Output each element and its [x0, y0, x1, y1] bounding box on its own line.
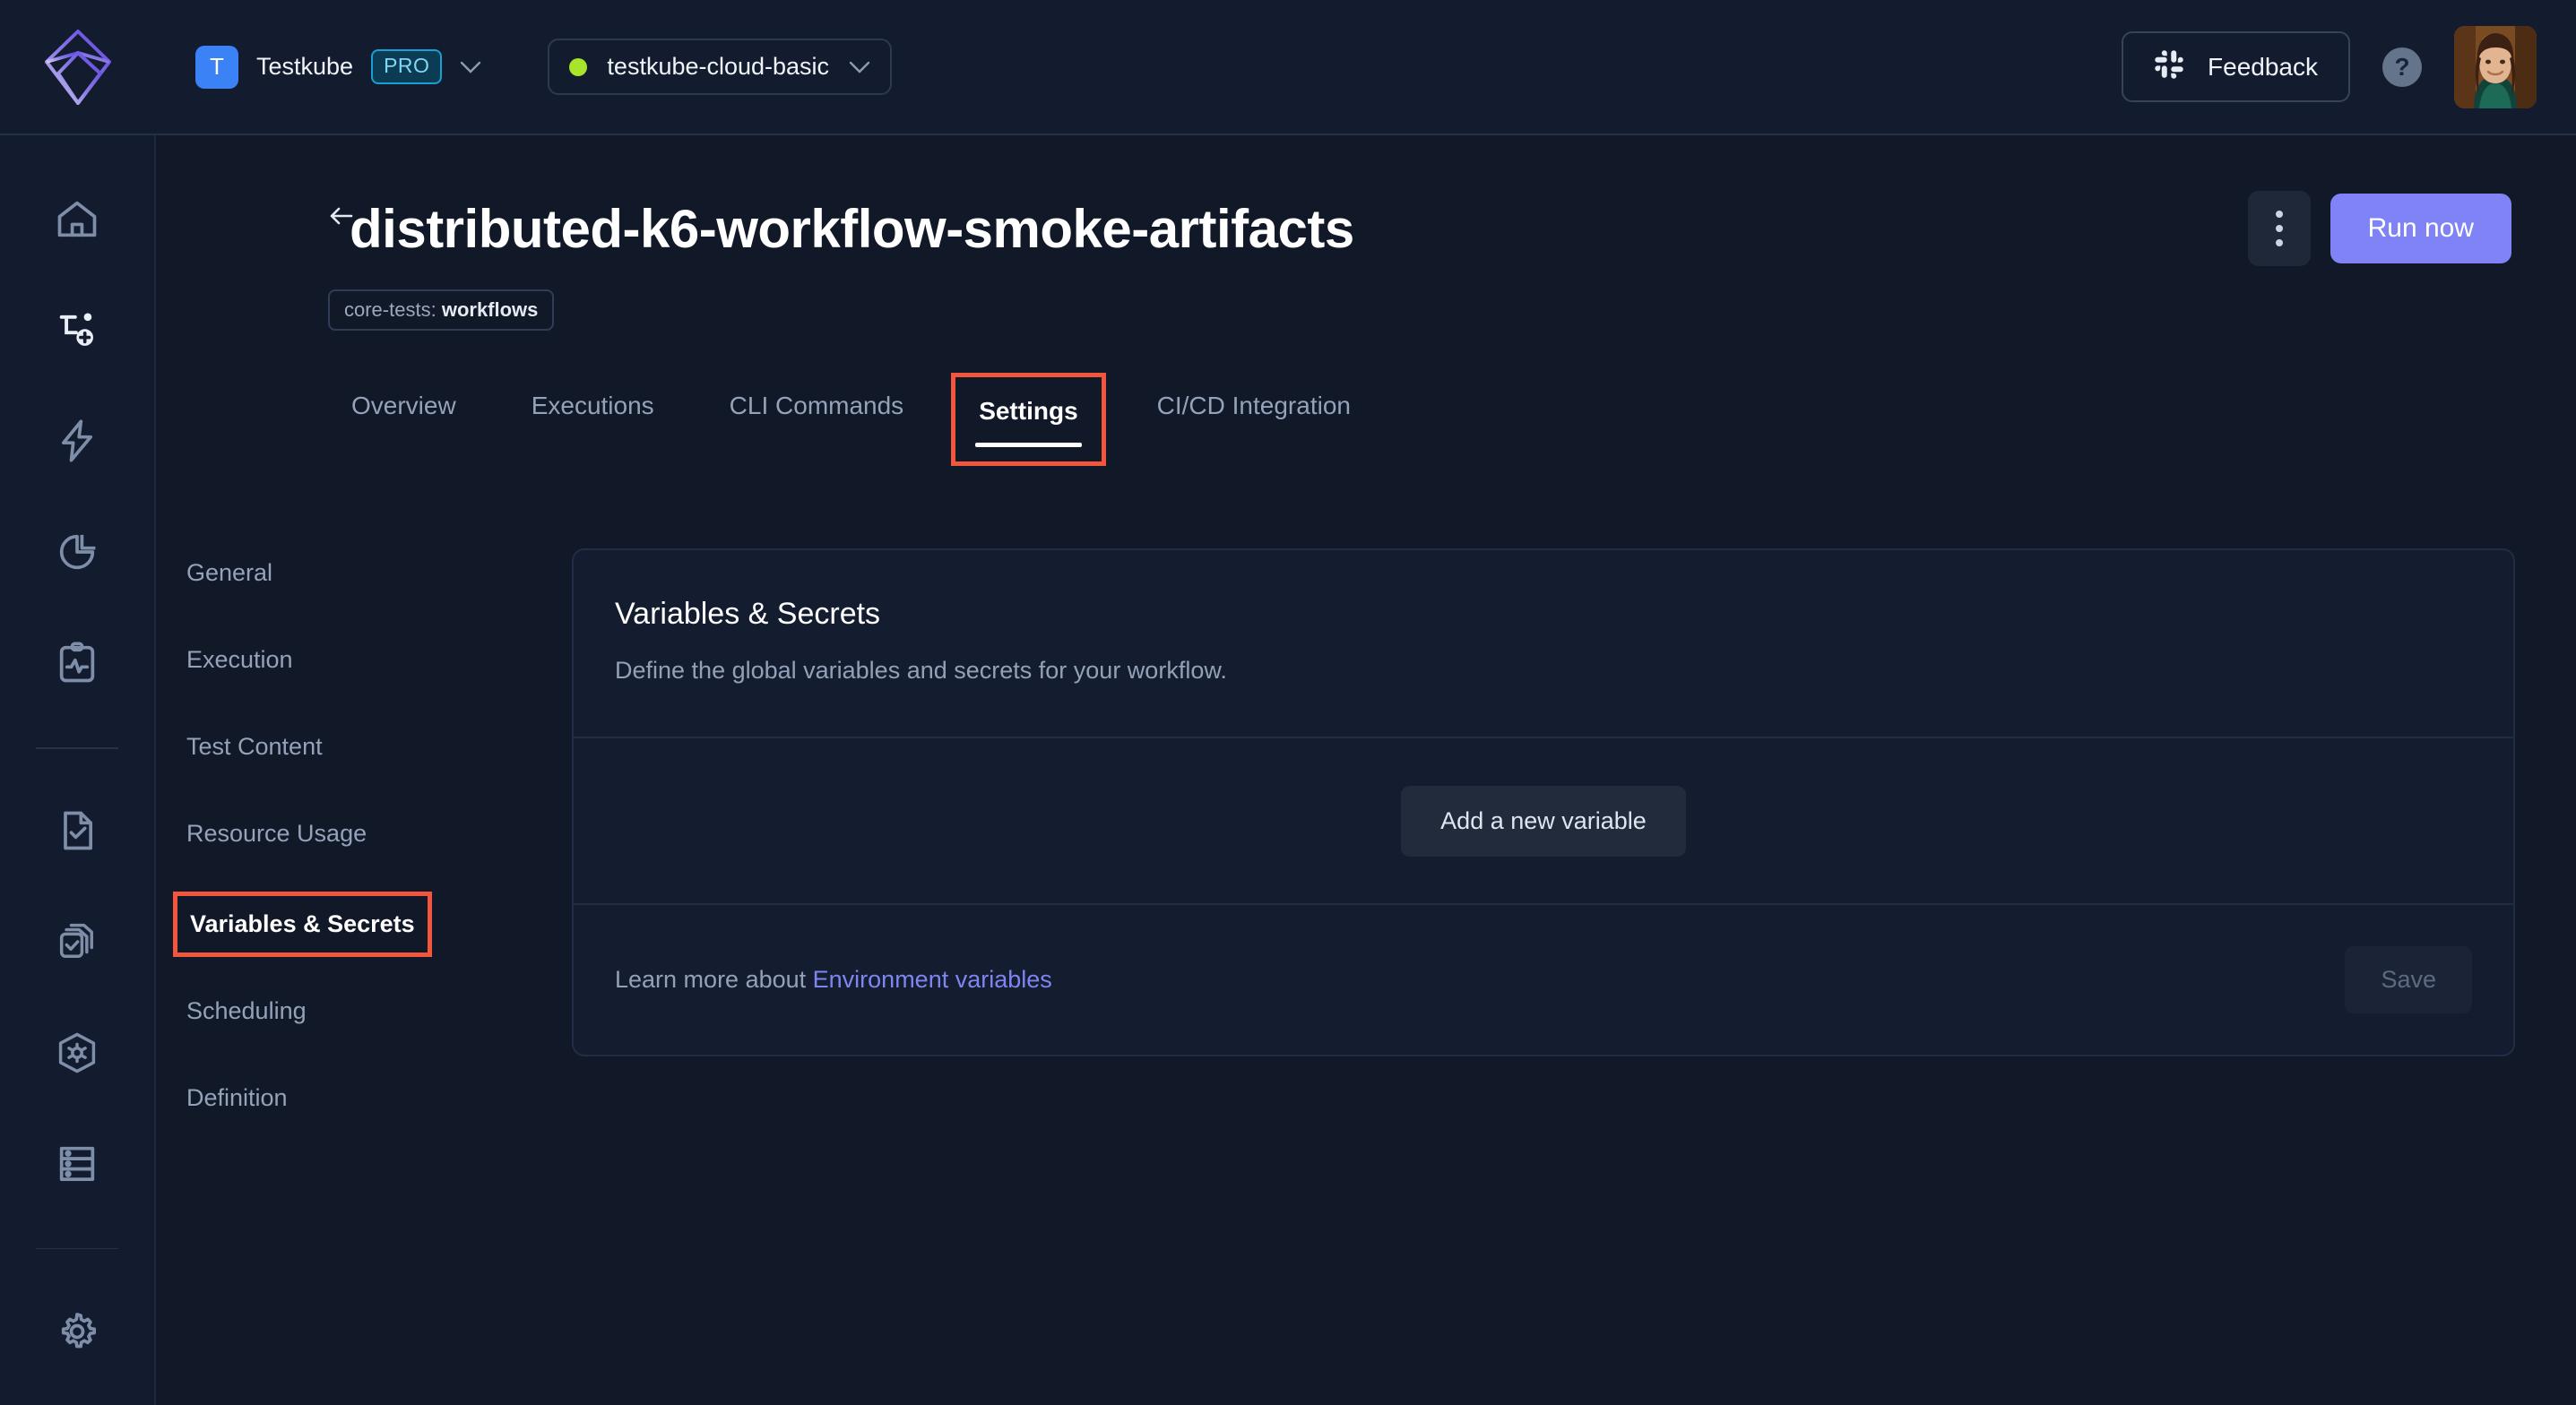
settings-subnav: General Execution Test Content Resource … — [156, 502, 572, 1160]
files-stack-icon — [54, 918, 100, 965]
back-arrow-icon[interactable] — [326, 200, 362, 236]
add-new-variable-button[interactable]: Add a new variable — [1401, 785, 1686, 857]
sidebar-item-execution[interactable]: Execution — [177, 635, 572, 685]
sidebar-item-status-pages[interactable] — [38, 631, 117, 695]
save-button[interactable]: Save — [2345, 946, 2472, 1013]
clipboard-activity-icon — [54, 640, 100, 686]
top-bar: T Testkube PRO testkube-cloud-basic Feed… — [0, 0, 2576, 135]
page-header-actions: Run now — [2247, 191, 2511, 266]
kebab-dot — [2275, 225, 2283, 232]
tab-label: Overview — [351, 392, 456, 419]
sidebar-item-settings[interactable] — [38, 1299, 117, 1364]
learn-more-label: Learn more about — [615, 966, 813, 993]
status-dot-green-icon — [569, 57, 588, 76]
environment-name: testkube-cloud-basic — [607, 53, 830, 80]
more-vertical-icon[interactable] — [2247, 191, 2311, 266]
chevron-down-icon — [849, 61, 870, 73]
home-icon — [54, 196, 100, 243]
plan-badge: PRO — [371, 48, 443, 85]
page-header: distributed-k6-workflow-smoke-artifacts … — [156, 135, 2576, 466]
tab-label: CI/CD Integration — [1156, 392, 1351, 419]
rail-divider — [36, 1247, 118, 1250]
sidebar-item-variables-secrets[interactable]: Variables & Secrets — [173, 892, 432, 957]
sidebar-item-test-content[interactable]: Test Content — [177, 722, 572, 771]
tag-value: workflows — [441, 298, 539, 321]
card-body: Add a new variable — [574, 738, 2513, 903]
page-title: distributed-k6-workflow-smoke-artifacts — [350, 198, 1354, 259]
question-mark-icon[interactable]: ? — [2382, 47, 2422, 87]
run-now-button[interactable]: Run now — [2330, 194, 2511, 263]
tag-prefix: core-tests: — [344, 298, 437, 321]
tab-label: CLI Commands — [729, 392, 904, 419]
gear-icon — [54, 1308, 100, 1355]
tab-cicd-integration[interactable]: CI/CD Integration — [1137, 377, 1370, 447]
sidebar-item-test-suites[interactable] — [38, 909, 117, 974]
sidebar-item-general[interactable]: General — [177, 548, 572, 598]
variables-secrets-card: Variables & Secrets Define the global va… — [572, 548, 2515, 1056]
topbar-actions: Feedback ? — [2122, 25, 2576, 108]
app-root: T Testkube PRO testkube-cloud-basic Feed… — [0, 0, 2576, 1405]
card-header: Variables & Secrets Define the global va… — [574, 550, 2513, 737]
kebab-dot — [2275, 239, 2283, 246]
sidebar-item-create-workflow[interactable] — [38, 298, 117, 363]
avatar[interactable] — [2454, 25, 2537, 108]
shield-gear-icon — [54, 1030, 100, 1076]
kebab-dot — [2275, 211, 2283, 218]
tab-label: Executions — [531, 392, 654, 419]
testkube-cube-logo[interactable] — [0, 0, 156, 134]
tag-row: core-tests: workflows — [156, 266, 2576, 331]
sidebar-item-test-workflows[interactable] — [38, 799, 117, 864]
chevron-down-icon — [460, 61, 481, 73]
avatar-image — [2454, 25, 2537, 108]
card-footer: Learn more about Environment variables S… — [574, 905, 2513, 1055]
title-row: distributed-k6-workflow-smoke-artifacts … — [156, 135, 2576, 266]
sidebar-item-triggers[interactable] — [38, 409, 117, 474]
tab-cli-commands[interactable]: CLI Commands — [710, 377, 924, 447]
sidebar-item-webhooks[interactable] — [38, 1021, 117, 1085]
learn-more-text: Learn more about Environment variables — [615, 966, 1052, 994]
tab-executions[interactable]: Executions — [512, 377, 674, 447]
pie-chart-icon — [54, 529, 100, 575]
org-avatar: T — [195, 45, 238, 89]
environment-variables-link[interactable]: Environment variables — [813, 966, 1052, 993]
rail-divider — [36, 746, 118, 749]
sidebar-item-definition[interactable]: Definition — [177, 1073, 572, 1123]
sidebar-item-dashboard[interactable] — [38, 520, 117, 584]
testkube-cube-logo-svg — [45, 29, 111, 105]
tab-overview[interactable]: Overview — [332, 377, 476, 447]
org-switcher[interactable]: T Testkube PRO — [185, 39, 492, 96]
tab-label: Settings — [979, 397, 1078, 425]
sidebar-item-scheduling[interactable]: Scheduling — [177, 987, 572, 1036]
feedback-button[interactable]: Feedback — [2122, 31, 2350, 102]
workflow-group-tag: core-tests: workflows — [328, 289, 555, 331]
tab-bar: Overview Executions CLI Commands Setting… — [156, 331, 2576, 466]
slack-icon — [2154, 49, 2184, 84]
sidebar-item-agents[interactable] — [38, 1132, 117, 1196]
tab-settings[interactable]: Settings — [951, 373, 1106, 466]
org-name: Testkube — [256, 53, 354, 80]
server-icon — [54, 1141, 100, 1187]
feedback-label: Feedback — [2208, 52, 2318, 81]
card-title: Variables & Secrets — [615, 597, 881, 631]
sidebar-item-home[interactable] — [38, 187, 117, 252]
card-subtitle: Define the global variables and secrets … — [615, 657, 1227, 684]
sidebar-item-resource-usage[interactable]: Resource Usage — [177, 809, 572, 858]
lightning-icon — [54, 418, 100, 464]
add-workflow-icon — [54, 307, 100, 354]
environment-selector[interactable]: testkube-cloud-basic — [548, 39, 893, 95]
settings-body: General Execution Test Content Resource … — [156, 502, 2576, 1160]
file-check-icon — [54, 807, 100, 854]
left-rail — [0, 135, 156, 1405]
